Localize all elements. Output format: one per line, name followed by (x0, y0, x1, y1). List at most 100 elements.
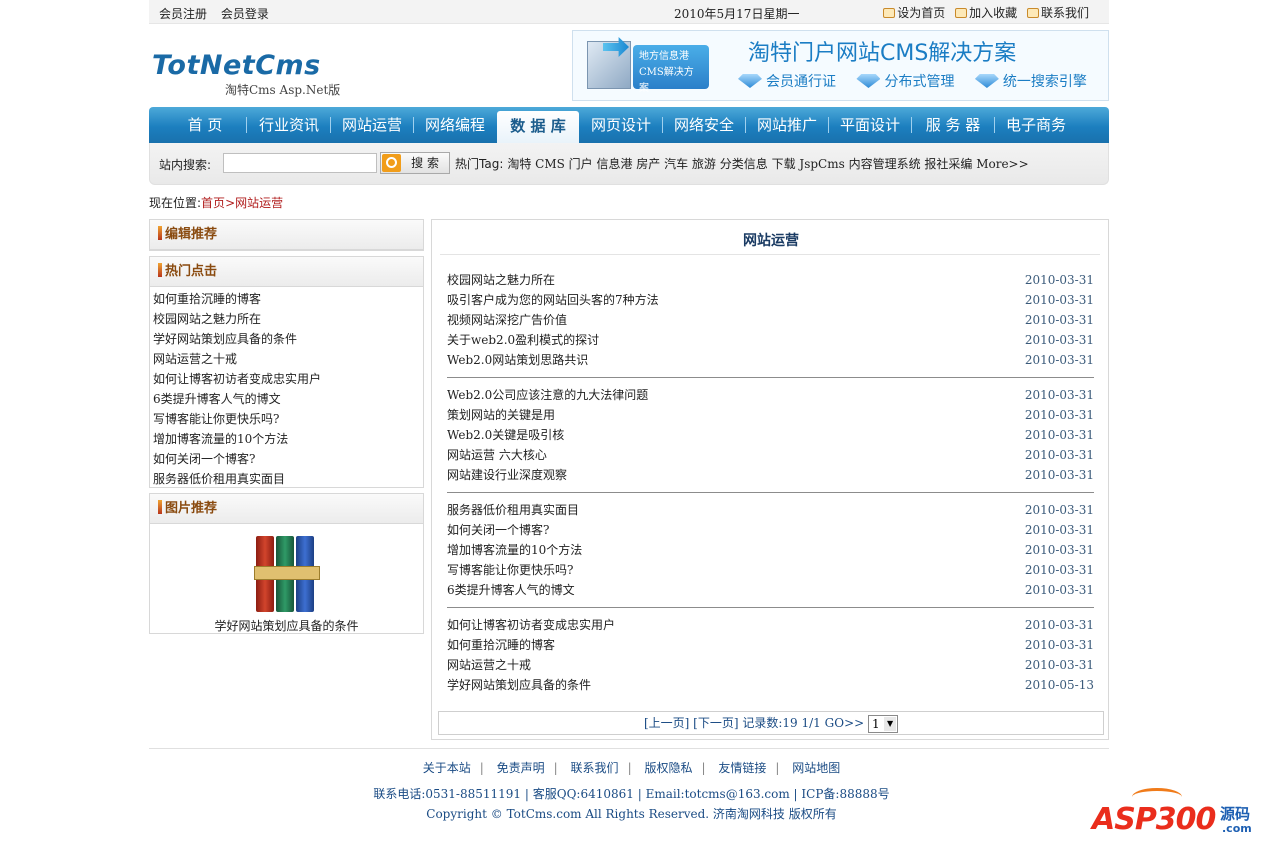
bookmark-icon (955, 8, 968, 18)
breadcrumb-label: 现在位置: (149, 196, 202, 210)
hot-clicks-panel: 热门点击 如何重拾沉睡的博客 校园网站之魅力所在 学好网站策划应具备的条件 网站… (149, 256, 424, 488)
nav-item-server[interactable]: 服 务 器 (913, 107, 993, 143)
search-bar: 站内搜索: 搜 索 热门Tag: 淘特 CMS 门户 信息港 房产 汽车 旅游 分… (149, 143, 1109, 185)
editor-picks-panel: 编辑推荐 (149, 219, 424, 251)
banner-title: 淘特门户网站CMS解决方案 (748, 41, 1017, 66)
list-item[interactable]: 网站建设行业深度观察 2010-03-31 (447, 465, 1094, 485)
footer-link-disclaimer[interactable]: 免责声明 (497, 761, 545, 775)
hot-list: 如何重拾沉睡的博客 校园网站之魅力所在 学好网站策划应具备的条件 网站运营之十戒… (150, 287, 423, 489)
nav-item-promotion[interactable]: 网站推广 (747, 107, 827, 143)
hot-list-item[interactable]: 写博客能让你更快乐吗? (153, 409, 423, 429)
list-item[interactable]: 6类提升博客人气的博文 2010-03-31 (447, 580, 1094, 600)
list-item-date: 2010-03-31 (1024, 503, 1094, 517)
footer-contact-info: 联系电话:0531-88511191 | 客服QQ:6410861 | Emai… (373, 787, 890, 801)
footer-link-contact[interactable]: 联系我们 (571, 761, 619, 775)
watermark-logo: ASP300 源码 .com (1092, 788, 1257, 840)
list-item[interactable]: 服务器低价租用真实面目 2010-03-31 (447, 500, 1094, 520)
search-input[interactable] (223, 153, 377, 173)
hot-list-item[interactable]: 学好网站策划应具备的条件 (153, 329, 423, 349)
picture-picks-header: 图片推荐 (150, 494, 423, 524)
bar-icon (158, 263, 162, 277)
list-item[interactable]: 如何重拾沉睡的博客 2010-03-31 (447, 635, 1094, 655)
watermark-text: ASP300 (1092, 802, 1216, 837)
search-button-label: 搜 索 (411, 156, 439, 170)
favorite-link[interactable]: 加入收藏 (955, 6, 1017, 20)
list-item[interactable]: Web2.0关键是吸引核 2010-03-31 (447, 425, 1094, 445)
list-item-date: 2010-03-31 (1024, 388, 1094, 402)
hot-list-item[interactable]: 6类提升博客人气的博文 (153, 389, 423, 409)
list-item[interactable]: 如何关闭一个博客? 2010-03-31 (447, 520, 1094, 540)
go-button[interactable]: GO>> (825, 716, 865, 730)
hot-list-item[interactable]: 网站运营之十戒 (153, 349, 423, 369)
list-item-date: 2010-03-31 (1024, 583, 1094, 597)
list-title: 网站运营 (743, 233, 799, 249)
nav-item-home[interactable]: 首 页 (165, 107, 245, 143)
login-link[interactable]: 会员登录 (221, 7, 269, 21)
list-item[interactable]: 增加博客流量的10个方法 2010-03-31 (447, 540, 1094, 560)
register-link[interactable]: 会员注册 (159, 7, 207, 21)
list-item[interactable]: Web2.0网站策划思路共识 2010-03-31 (447, 350, 1094, 370)
hot-list-item[interactable]: 服务器低价租用真实面目 (153, 469, 423, 489)
date-text: 2010年5月17日星期一 (674, 7, 800, 21)
banner-features: 会员通行证 分布式管理 统一搜索引擎 (738, 71, 1103, 91)
footer-link-about[interactable]: 关于本站 (423, 761, 471, 775)
header-banner[interactable]: 地方信息港 CMS解决方案 淘特门户网站CMS解决方案 会员通行证 分布式管理 … (572, 30, 1109, 101)
picture-caption[interactable]: 学好网站策划应具备的条件 (150, 617, 423, 634)
hot-list-item[interactable]: 校园网站之魅力所在 (153, 309, 423, 329)
contact-link[interactable]: 联系我们 (1026, 6, 1089, 20)
page-select[interactable]: 1 (868, 714, 899, 733)
record-count: 记录数:19 1/1 (742, 716, 821, 730)
set-home-link[interactable]: 设为首页 (883, 6, 945, 20)
footer-link-privacy[interactable]: 版权隐私 (644, 761, 692, 775)
search-icon (382, 154, 401, 172)
list-item[interactable]: 吸引客户成为您的网站回头客的7种方法 2010-03-31 (447, 290, 1094, 310)
footer-link-friends[interactable]: 友情链接 (718, 761, 766, 775)
list-item[interactable]: 关于web2.0盈利模式的探讨 2010-03-31 (447, 330, 1094, 350)
list-item-date: 2010-03-31 (1024, 563, 1094, 577)
group-divider (447, 607, 1094, 608)
breadcrumb: 现在位置:首页>网站运营 (149, 194, 283, 211)
search-button[interactable]: 搜 索 (380, 152, 450, 174)
hot-tags-list[interactable]: 淘特 CMS 门户 信息港 房产 汽车 旅游 分类信息 下载 JspCms 内容… (507, 157, 1028, 171)
list-item[interactable]: Web2.0公司应该注意的九大法律问题 2010-03-31 (447, 385, 1094, 405)
diamond-icon (738, 74, 762, 88)
diamond-icon (856, 74, 881, 88)
books-image[interactable] (253, 530, 320, 612)
prev-page-link[interactable]: [上一页] (644, 716, 689, 730)
nav-item-industry[interactable]: 行业资讯 (249, 107, 329, 143)
next-page-link[interactable]: [下一页] (693, 716, 738, 730)
nav-item-graphic[interactable]: 平面设计 (830, 107, 910, 143)
page: 会员注册 会员登录 2010年5月17日星期一 设为首页 加入收藏 联系我们 T… (0, 0, 1263, 843)
footer-copyright: Copyright © TotCms.com All Rights Reserv… (426, 807, 837, 821)
list-item-date: 2010-03-31 (1024, 273, 1094, 287)
list-item[interactable]: 策划网站的关键是用 2010-03-31 (447, 405, 1094, 425)
list-item[interactable]: 写博客能让你更快乐吗? 2010-03-31 (447, 560, 1094, 580)
nav-item-security[interactable]: 网络安全 (664, 107, 744, 143)
list-item[interactable]: 视频网站深挖广告价值 2010-03-31 (447, 310, 1094, 330)
list-item[interactable]: 网站运营之十戒 2010-03-31 (447, 655, 1094, 675)
list-item[interactable]: 校园网站之魅力所在 2010-03-31 (447, 270, 1094, 290)
hot-list-item[interactable]: 如何让博客初访者变成忠实用户 (153, 369, 423, 389)
top-bar: 会员注册 会员登录 2010年5月17日星期一 设为首页 加入收藏 联系我们 (149, 0, 1109, 24)
list-item[interactable]: 如何让博客初访者变成忠实用户 2010-03-31 (447, 615, 1094, 635)
nav-item-operation[interactable]: 网站运营 (332, 107, 412, 143)
nav-item-programming[interactable]: 网络编程 (415, 107, 495, 143)
site-logo[interactable]: TotNetCms (152, 50, 321, 81)
nav-item-ecommerce[interactable]: 电子商务 (996, 107, 1076, 143)
hot-list-item[interactable]: 增加博客流量的10个方法 (153, 429, 423, 449)
banner-feature: 统一搜索引擎 (974, 74, 1087, 90)
mail-icon (1026, 8, 1039, 18)
list-item[interactable]: 网站运营 六大核心 2010-03-31 (447, 445, 1094, 465)
nav-item-database[interactable]: 数 据 库 (497, 111, 579, 143)
logo-subtitle: 淘特Cms Asp.Net版 (225, 83, 341, 97)
main-nav: 首 页 行业资讯 网站运营 网络编程 数 据 库 网页设计 网络安全 网站推广 … (149, 107, 1109, 143)
list-item[interactable]: 学好网站策划应具备的条件 2010-05-13 (447, 675, 1094, 695)
hot-list-item[interactable]: 如何关闭一个博客? (153, 449, 423, 469)
home-icon (883, 8, 896, 18)
breadcrumb-home[interactable]: 首页 (201, 196, 225, 210)
nav-item-webdesign[interactable]: 网页设计 (581, 107, 661, 143)
hot-list-item[interactable]: 如何重拾沉睡的博客 (153, 289, 423, 309)
breadcrumb-current[interactable]: 网站运营 (235, 196, 283, 210)
footer-link-sitemap[interactable]: 网站地图 (792, 761, 840, 775)
footer-links: 关于本站 | 免责声明 | 联系我们 | 版权隐私 | 友情链接 | 网站地图 (422, 761, 841, 775)
